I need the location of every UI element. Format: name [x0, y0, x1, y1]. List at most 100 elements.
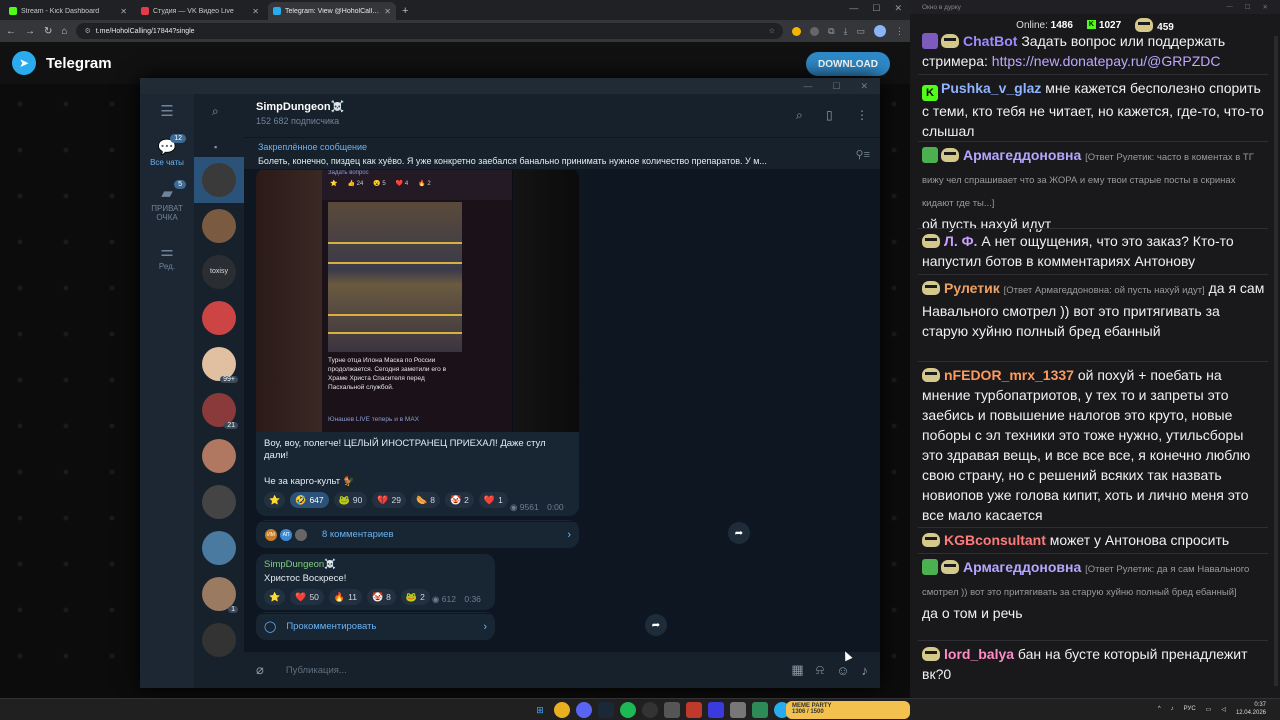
comments-bar[interactable]: ИМ АП 8 комментариев ›	[256, 520, 579, 548]
hamburger-menu-icon[interactable]: ☰	[140, 102, 194, 122]
donate-link[interactable]: https://new.donatepay.ru/@GRPZDC	[992, 53, 1221, 69]
close-tab-icon[interactable]: ✕	[120, 7, 127, 16]
close-tab-icon[interactable]: ✕	[252, 7, 259, 16]
chat-username[interactable]: Армагеддоновна	[963, 559, 1081, 575]
chat-avatar[interactable]: 1	[202, 577, 238, 613]
reaction-clown[interactable]: 🤡 2	[444, 492, 474, 508]
reaction-heart[interactable]: ❤️ 1	[478, 492, 508, 508]
tab-kick[interactable]: Stream - Kick Dashboard ✕	[4, 2, 132, 20]
address-bar[interactable]: ⚙ t.me/HoholCalling/17844?single ☆	[76, 23, 784, 39]
meme-party-widget[interactable]: MEME PARTY 1306 / 1500	[786, 701, 910, 719]
bookmark-star-icon[interactable]: ☆	[769, 27, 775, 35]
minimize-icon[interactable]: —	[803, 81, 812, 91]
menu-dots-icon[interactable]: ⋮	[895, 26, 904, 37]
tab-vk[interactable]: Студия — VK Видео Live ✕	[136, 2, 264, 20]
reaction-frog[interactable]: 🐸 90	[333, 492, 368, 508]
minimize-icon[interactable]: —	[849, 3, 858, 14]
reaction-broken-heart[interactable]: 💔 29	[372, 492, 406, 508]
chat-username[interactable]: Рулетик	[944, 280, 1000, 296]
mic-icon[interactable]: ♪	[1171, 706, 1174, 712]
chat-avatar[interactable]	[202, 485, 236, 519]
spotify-icon[interactable]	[620, 702, 636, 718]
volume-icon[interactable]: ◁	[1221, 706, 1226, 713]
discord-icon[interactable]	[576, 702, 592, 718]
chrome-icon[interactable]	[554, 702, 570, 718]
reaction-hotdog[interactable]: 🌭 8	[411, 492, 440, 508]
home-icon[interactable]: ⌂	[61, 26, 67, 37]
steam-icon[interactable]	[598, 702, 614, 718]
telegram-logo-icon[interactable]: ➤	[12, 51, 36, 75]
reaction-star[interactable]: ⭐	[264, 492, 286, 508]
reaction-clown[interactable]: 🤡 8	[366, 589, 396, 605]
chat-avatar[interactable]	[202, 531, 236, 565]
app-icon[interactable]	[664, 702, 680, 718]
tab-telegram[interactable]: Telegram: View @HoholCalling ✕	[268, 2, 396, 20]
maximize-icon[interactable]: ☐	[872, 3, 880, 14]
chat-avatar[interactable]	[202, 439, 236, 473]
folder-all-chats[interactable]: 💬 Все чаты 12	[140, 134, 194, 167]
extension-icon[interactable]	[792, 26, 802, 36]
pin-list-icon[interactable]: ⚲≡	[856, 148, 870, 161]
app-icon[interactable]	[730, 702, 746, 718]
chat-avatar[interactable]: toxisy	[202, 255, 236, 289]
bell-icon[interactable]: ⍾	[816, 662, 825, 678]
chat-avatar[interactable]	[202, 163, 236, 197]
chat-username[interactable]: Армагеддоновна	[963, 147, 1081, 163]
language[interactable]: РУС	[1184, 706, 1196, 712]
microphone-icon[interactable]: ♪	[862, 663, 869, 678]
chat-username[interactable]: lord_balya	[944, 646, 1014, 662]
sidebar-toggle-icon[interactable]: ▯	[826, 108, 833, 122]
folder-private[interactable]: ▰ ПРИВАТ ОЧКА 5	[140, 180, 194, 222]
close-icon[interactable]: ✕	[894, 3, 902, 14]
reload-icon[interactable]: ↻	[44, 26, 52, 37]
chat-username[interactable]: Л. Ф.	[944, 233, 977, 249]
reaction-star[interactable]: ⭐	[264, 589, 286, 605]
comment-button-bar[interactable]: ◯ Прокомментировать ›	[256, 612, 495, 640]
close-icon[interactable]: ✕	[1263, 3, 1268, 11]
reaction-laugh[interactable]: 🤣 647	[290, 492, 329, 508]
reaction-frog[interactable]: 🐸 2	[400, 589, 430, 605]
extension-icon[interactable]	[810, 26, 820, 36]
pinned-message-bar[interactable]: Закреплённое сообщение Болеть, конечно, …	[244, 138, 880, 170]
back-icon[interactable]: ←	[6, 26, 16, 37]
emoji-icon[interactable]: ☺	[836, 663, 849, 678]
tray-chevron-icon[interactable]: ^	[1158, 706, 1161, 712]
chat-username[interactable]: nFEDOR_mrx_1337	[944, 367, 1074, 383]
maximize-icon[interactable]: ☐	[832, 81, 840, 92]
reaction-heart[interactable]: ❤️ 50	[290, 589, 324, 605]
maximize-icon[interactable]: ☐	[1245, 3, 1251, 11]
app-icon[interactable]	[686, 702, 702, 718]
minimize-icon[interactable]: —	[1226, 3, 1233, 11]
chat-avatar[interactable]	[202, 209, 236, 243]
download-icon[interactable]: ⤓	[844, 26, 848, 37]
sidebar-icon[interactable]: ▭	[856, 26, 865, 37]
chat-username[interactable]: Pushka_v_glaz	[941, 80, 1041, 96]
search-icon[interactable]: ⌕	[212, 104, 219, 119]
search-icon[interactable]: ⌕	[796, 108, 803, 123]
start-icon[interactable]: ⊞	[532, 702, 548, 718]
share-button[interactable]: ➦	[645, 614, 667, 636]
reaction-fire[interactable]: 🔥 11	[328, 589, 362, 605]
player-icon[interactable]	[708, 702, 724, 718]
forward-icon[interactable]: →	[25, 26, 35, 37]
post-image[interactable]: Задать вопрос ⭐ 👍 24 😮 5 ❤️ 4 🔥 2 Турне …	[256, 170, 579, 432]
folder-edit[interactable]: ⚌ Ред.	[140, 242, 194, 271]
chat-avatar[interactable]	[202, 301, 236, 335]
archive-icon[interactable]: ▪	[214, 142, 217, 152]
message-input[interactable]: Публикация...	[286, 665, 779, 676]
network-icon[interactable]: ▭	[1206, 706, 1212, 713]
site-info-icon[interactable]: ⚙	[84, 27, 90, 35]
chat-scrollbar[interactable]	[1274, 36, 1278, 686]
clock[interactable]: 0:37 12.04.2026	[1236, 701, 1266, 717]
chat-header[interactable]: SimpDungeon☠️ 152 682 подписчика ⌕ ▯ ⋮	[244, 94, 880, 138]
puzzle-icon[interactable]: ⧉	[828, 26, 834, 37]
chat-avatar[interactable]	[202, 623, 236, 657]
app-icon[interactable]	[752, 702, 768, 718]
chat-username[interactable]: KGBconsultant	[944, 532, 1046, 548]
chat-username[interactable]: ChatBot	[963, 33, 1017, 49]
schedule-icon[interactable]: ▦	[791, 662, 803, 678]
chat-avatar[interactable]: 99+	[202, 347, 238, 383]
profile-avatar[interactable]	[874, 25, 886, 37]
more-menu-icon[interactable]: ⋮	[856, 108, 868, 122]
chat-avatar[interactable]: 21	[202, 393, 238, 429]
